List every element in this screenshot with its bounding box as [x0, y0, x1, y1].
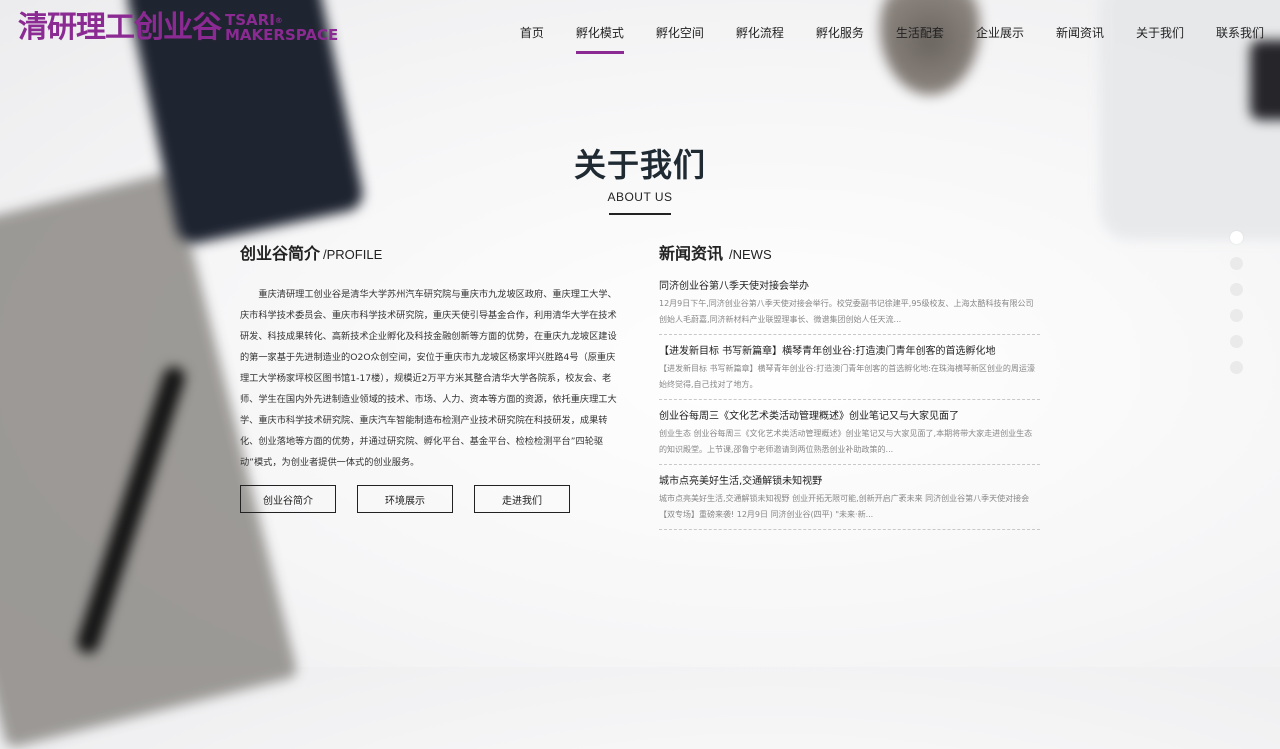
news-item-title[interactable]: 创业谷每周三《文化艺术类活动管理概述》创业笔记又与大家见面了 [659, 408, 1040, 426]
profile-text: 重庆清研理工创业谷是清华大学苏州汽车研究院与重庆市九龙坡区政府、重庆理工大学、庆… [240, 289, 617, 468]
pager-dot[interactable] [1230, 231, 1243, 244]
pager-dot[interactable] [1230, 335, 1243, 348]
pager-dot[interactable] [1230, 283, 1243, 296]
nav-item-7[interactable]: 新闻资讯 [1040, 0, 1120, 60]
news-item-summary: 城市点亮美好生活,交通解锁未知视野 创业开拓无限可能,创新开启广袤未来 同济创业… [659, 494, 1030, 519]
profile-button-row: 创业谷简介 环境展示 走进我们 [240, 485, 620, 513]
nav-item-2[interactable]: 孵化空间 [640, 0, 720, 60]
news-item[interactable]: 创业谷每周三《文化艺术类活动管理概述》创业笔记又与大家见面了创业生态 创业谷每周… [659, 408, 1040, 465]
logo-line2: MAKERSPACE [225, 26, 339, 44]
section-pager [1230, 231, 1243, 374]
profile-subtitle: /PROFILE [323, 247, 383, 262]
news-item-summary: 12月9日下午,同济创业谷第八季天使对接会举行。校党委副书记徐建平,95级校友、… [659, 299, 1034, 324]
page-subtitle: ABOUT US [607, 190, 673, 204]
news-item-summary: 【进发新目标 书写新篇章】横琴青年创业谷:打造澳门青年创客的首选孵化地:在珠海横… [659, 364, 1035, 389]
nav-item-4[interactable]: 孵化服务 [800, 0, 880, 60]
logo-english-text: TSARI® MAKERSPACE [225, 13, 338, 43]
about-us-button[interactable]: 走进我们 [474, 485, 570, 513]
page-title: 关于我们 [573, 146, 706, 184]
news-item-title[interactable]: 同济创业谷第八季天使对接会举办 [659, 278, 1040, 296]
news-section: 新闻资讯/NEWS 同济创业谷第八季天使对接会举办 12月9日下午,同济创业谷第八… [659, 240, 1040, 538]
news-title: 新闻资讯 [659, 244, 724, 263]
pager-dot[interactable] [1230, 257, 1243, 270]
news-list: 同济创业谷第八季天使对接会举办 12月9日下午,同济创业谷第八季天使对接会举行。校… [659, 278, 1040, 530]
nav-item-1[interactable]: 孵化模式 [560, 0, 640, 60]
news-item[interactable]: 【进发新目标 书写新篇章】横琴青年创业谷:打造澳门青年创客的首选孵化地【进发新目… [659, 343, 1040, 400]
nav-item-0[interactable]: 首页 [504, 0, 560, 60]
nav-item-3[interactable]: 孵化流程 [720, 0, 800, 60]
news-item-title[interactable]: 城市点亮美好生活,交通解锁未知视野 [659, 473, 1040, 491]
intro-button[interactable]: 创业谷简介 [240, 485, 336, 513]
main-nav: 首页 孵化模式 孵化空间 孵化流程 孵化服务 生活配套 企业展示 新闻资讯 关于我们 联系我们 [504, 0, 1280, 60]
nav-item-6[interactable]: 企业展示 [960, 0, 1040, 60]
profile-heading: 创业谷简介/PROFILE [240, 240, 620, 264]
news-subtitle: /NEWS [729, 247, 772, 262]
profile-title: 创业谷简介 [240, 244, 321, 263]
nav-item-8[interactable]: 关于我们 [1120, 0, 1200, 60]
nav-item-5[interactable]: 生活配套 [880, 0, 960, 60]
title-underline [609, 213, 671, 215]
news-item-title[interactable]: 【进发新目标 书写新篇章】横琴青年创业谷:打造澳门青年创客的首选孵化地 [659, 343, 1040, 361]
logo-registered-mark: ® [274, 16, 283, 25]
news-item[interactable]: 城市点亮美好生活,交通解锁未知视野城市点亮美好生活,交通解锁未知视野 创业开拓无… [659, 473, 1040, 530]
logo-chinese-text: 清研理工创业谷 [18, 10, 222, 45]
site-logo[interactable]: 清研理工创业谷 TSARI® MAKERSPACE [18, 12, 338, 44]
news-item-summary: 创业生态 创业谷每周三《文化艺术类活动管理概述》创业笔记又与大家见面了,本期将带… [659, 429, 1033, 454]
nav-item-9[interactable]: 联系我们 [1200, 0, 1280, 60]
news-heading: 新闻资讯/NEWS [659, 240, 1040, 264]
news-item[interactable]: 同济创业谷第八季天使对接会举办 12月9日下午,同济创业谷第八季天使对接会举行。校… [659, 278, 1040, 335]
pager-dot[interactable] [1230, 309, 1243, 322]
site-header: 清研理工创业谷 TSARI® MAKERSPACE 首页 孵化模式 孵化空间 孵化流程… [0, 0, 1280, 60]
profile-section: 创业谷简介/PROFILE 重庆清研理工创业谷是清华大学苏州汽车研究院与重庆市九… [240, 240, 620, 513]
section-title: 关于我们 ABOUT US [0, 140, 1280, 215]
pager-dot[interactable] [1230, 361, 1243, 374]
environment-button[interactable]: 环境展示 [357, 485, 453, 513]
